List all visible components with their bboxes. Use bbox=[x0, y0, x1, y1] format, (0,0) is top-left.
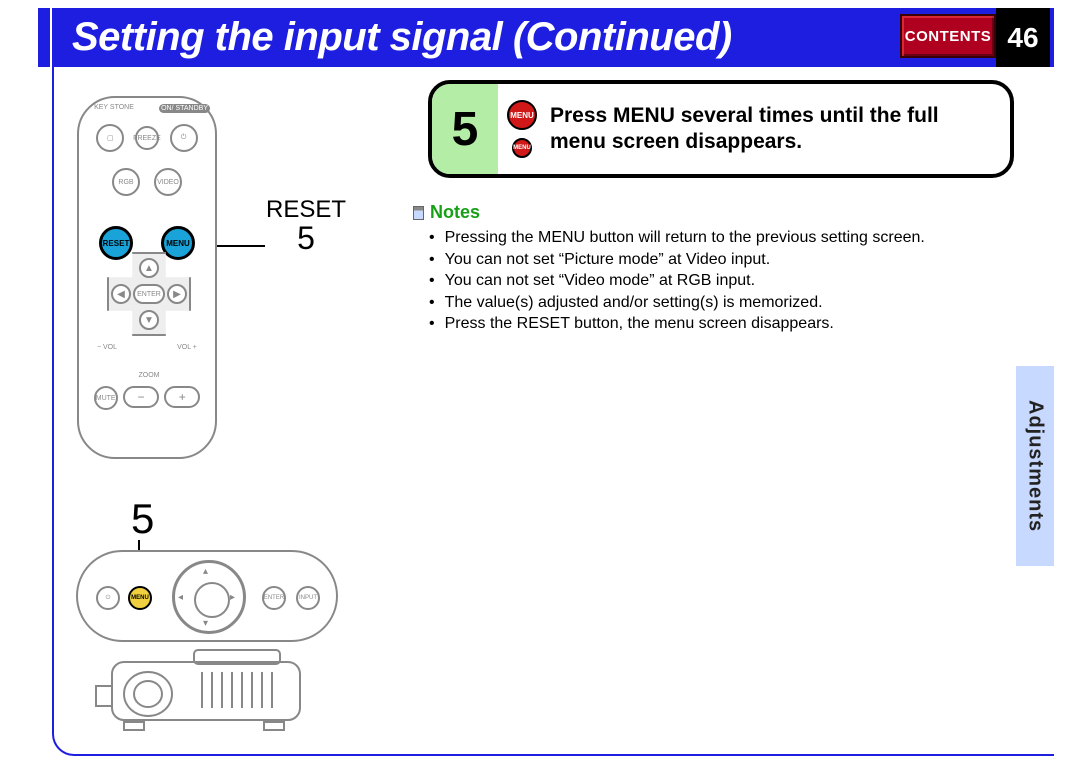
section-tab-label: Adjustments bbox=[1024, 400, 1047, 532]
contents-button[interactable]: CONTENTS bbox=[900, 14, 996, 58]
page-header: Setting the input signal (Continued) CON… bbox=[52, 8, 1054, 67]
zoom-minus-button: − bbox=[123, 386, 159, 408]
dpad-right-icon: ▸ bbox=[230, 592, 235, 603]
panel-menu-button: MENU bbox=[128, 586, 152, 610]
on-standby-label: ON/ STANDBY bbox=[159, 104, 210, 113]
projector-outline bbox=[94, 644, 318, 732]
mute-button: MUTE bbox=[94, 386, 118, 410]
zoom-label: ZOOM bbox=[119, 372, 179, 379]
notes-item: Pressing the MENU button will return to … bbox=[413, 227, 925, 249]
page-title: Setting the input signal (Continued) bbox=[52, 15, 732, 60]
vol-plus-label: VOL + bbox=[167, 344, 207, 351]
enter-button: ENTER bbox=[133, 284, 165, 304]
header-accent-bar bbox=[38, 8, 50, 67]
notes-item: Press the RESET button, the menu screen … bbox=[413, 313, 925, 335]
keystone-button: ▢ bbox=[96, 124, 124, 152]
reset-button: RESET bbox=[99, 226, 133, 260]
menu-button: MENU bbox=[161, 226, 195, 260]
menu-button-icon-small: MENU bbox=[512, 138, 532, 158]
panel-input-button: INPUT bbox=[296, 586, 320, 610]
remote-diagram: KEY STONE ON/ STANDBY ▢ FREEZE ⏻ RGB VID… bbox=[77, 96, 217, 459]
freeze-button: FREEZE bbox=[135, 126, 159, 150]
dpad-down-icon: ▾ bbox=[203, 618, 208, 629]
notes-section: Notes Pressing the MENU button will retu… bbox=[413, 202, 925, 335]
menu-button-icon: MENU bbox=[507, 100, 537, 130]
step-number: 5 bbox=[432, 84, 498, 174]
section-tab-adjustments: Adjustments bbox=[1016, 366, 1054, 566]
panel-power-button: ⏻ bbox=[96, 586, 120, 610]
panel-callout-number: 5 bbox=[131, 495, 154, 543]
arrow-down-icon: ▼ bbox=[139, 310, 159, 330]
notes-item: The value(s) adjusted and/or setting(s) … bbox=[413, 292, 925, 314]
vol-minus-label: − VOL bbox=[87, 344, 127, 351]
step-instruction: Press MENU several times until the full … bbox=[546, 84, 1010, 174]
notes-item: You can not set “Video mode” at RGB inpu… bbox=[413, 270, 925, 292]
panel-enter-button: ENTER bbox=[262, 586, 286, 610]
projector-panel-diagram: ⏻ MENU ▴ ▾ ◂ ▸ ENTER INPUT bbox=[76, 550, 338, 642]
dpad-left-icon: ◂ bbox=[178, 592, 183, 603]
arrow-right-icon: ▶ bbox=[167, 284, 187, 304]
notes-item: You can not set “Picture mode” at Video … bbox=[413, 249, 925, 271]
notes-list: Pressing the MENU button will return to … bbox=[413, 227, 925, 335]
dpad-up-icon: ▴ bbox=[203, 566, 208, 577]
remote-callout-label: RESET bbox=[266, 196, 346, 223]
step-icons: MENU MENU bbox=[498, 84, 546, 174]
keystone-label: KEY STONE bbox=[84, 104, 144, 111]
notes-icon bbox=[413, 206, 424, 220]
on-standby-button: ⏻ bbox=[170, 124, 198, 152]
step-box: 5 MENU MENU Press MENU several times unt… bbox=[428, 80, 1014, 178]
zoom-plus-button: + bbox=[164, 386, 200, 408]
remote-callout-number: 5 bbox=[266, 222, 346, 256]
page-number: 46 bbox=[996, 8, 1050, 67]
arrow-up-icon: ▲ bbox=[139, 258, 159, 278]
remote-callout: RESET 5 bbox=[266, 197, 346, 256]
arrow-left-icon: ◀ bbox=[111, 284, 131, 304]
video-button: VIDEO bbox=[154, 168, 182, 196]
notes-heading-text: Notes bbox=[430, 202, 480, 223]
notes-heading: Notes bbox=[413, 202, 925, 223]
rgb-button: RGB bbox=[112, 168, 140, 196]
callout-line bbox=[215, 245, 265, 247]
